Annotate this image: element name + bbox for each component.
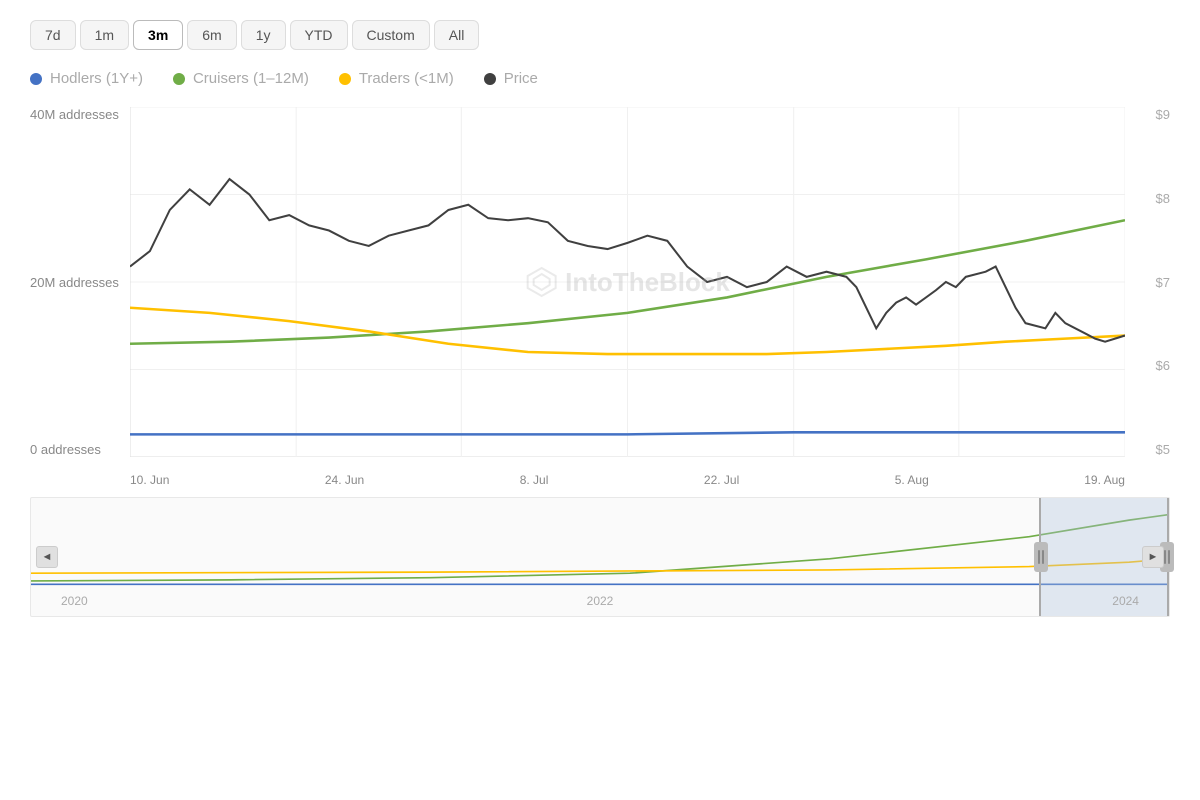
time-btn-all[interactable]: All: [434, 20, 480, 50]
legend-item-price: Price: [484, 70, 538, 87]
y-label-right: $9: [1156, 107, 1170, 122]
legend: Hodlers (1Y+) Cruisers (1–12M) Traders (<1…: [30, 70, 1170, 87]
legend-label-price: Price: [504, 70, 538, 87]
legend-dot-cruisers: [173, 73, 185, 85]
chart-area: 40M addresses20M addresses0 addresses $9…: [30, 107, 1170, 790]
time-btn-3m[interactable]: 3m: [133, 20, 183, 50]
legend-item-hodlers: Hodlers (1Y+): [30, 70, 143, 87]
legend-label-hodlers: Hodlers (1Y+): [50, 70, 143, 87]
y-label-right: $6: [1156, 358, 1170, 373]
time-btn-1m[interactable]: 1m: [80, 20, 129, 50]
time-btn-6m[interactable]: 6m: [187, 20, 236, 50]
legend-dot-traders: [339, 73, 351, 85]
x-label: 5. Aug: [895, 473, 929, 487]
main-chart: 40M addresses20M addresses0 addresses $9…: [30, 107, 1170, 487]
nav-inner: ◄ ► 2020 2022 2024: [31, 498, 1169, 616]
nav-year: 2020: [61, 594, 88, 608]
legend-dot-price: [484, 73, 496, 85]
x-label: 10. Jun: [130, 473, 169, 487]
nav-years: 2020 2022 2024: [61, 594, 1139, 608]
legend-label-traders: Traders (<1M): [359, 70, 454, 87]
y-label-right: $5: [1156, 442, 1170, 457]
time-btn-custom[interactable]: Custom: [352, 20, 430, 50]
chart-svg: [130, 107, 1125, 457]
legend-dot-hodlers: [30, 73, 42, 85]
navigator: ◄ ► 2020 2022 2024: [30, 497, 1170, 617]
y-axis-right: $9 $8 $7 $6 $5: [1130, 107, 1170, 457]
legend-item-traders: Traders (<1M): [339, 70, 454, 87]
time-controls: 7d1m3m6m1yYTDCustomAll: [30, 20, 1170, 50]
time-btn-ytd[interactable]: YTD: [290, 20, 348, 50]
main-container: 7d1m3m6m1yYTDCustomAll Hodlers (1Y+) Crui…: [0, 0, 1200, 800]
nav-chart-svg: [31, 498, 1169, 587]
time-btn-7d[interactable]: 7d: [30, 20, 76, 50]
x-label: 8. Jul: [520, 473, 549, 487]
y-label-right: $8: [1156, 191, 1170, 206]
x-axis: 10. Jun 24. Jun 8. Jul 22. Jul 5. Aug 19. Aug: [130, 473, 1125, 487]
x-label: 19. Aug: [1084, 473, 1125, 487]
nav-handle-left[interactable]: [1034, 542, 1048, 572]
legend-item-cruisers: Cruisers (1–12M): [173, 70, 309, 87]
y-label-right: $7: [1156, 275, 1170, 290]
legend-label-cruisers: Cruisers (1–12M): [193, 70, 309, 87]
nav-scroll-left[interactable]: ◄: [36, 546, 58, 568]
time-btn-1y[interactable]: 1y: [241, 20, 286, 50]
x-label: 24. Jun: [325, 473, 364, 487]
nav-year: 2022: [587, 594, 614, 608]
nav-scroll-right[interactable]: ►: [1142, 546, 1164, 568]
chart-svg-container: IntoTheBlock: [130, 107, 1125, 457]
x-label: 22. Jul: [704, 473, 739, 487]
nav-year: 2024: [1112, 594, 1139, 608]
